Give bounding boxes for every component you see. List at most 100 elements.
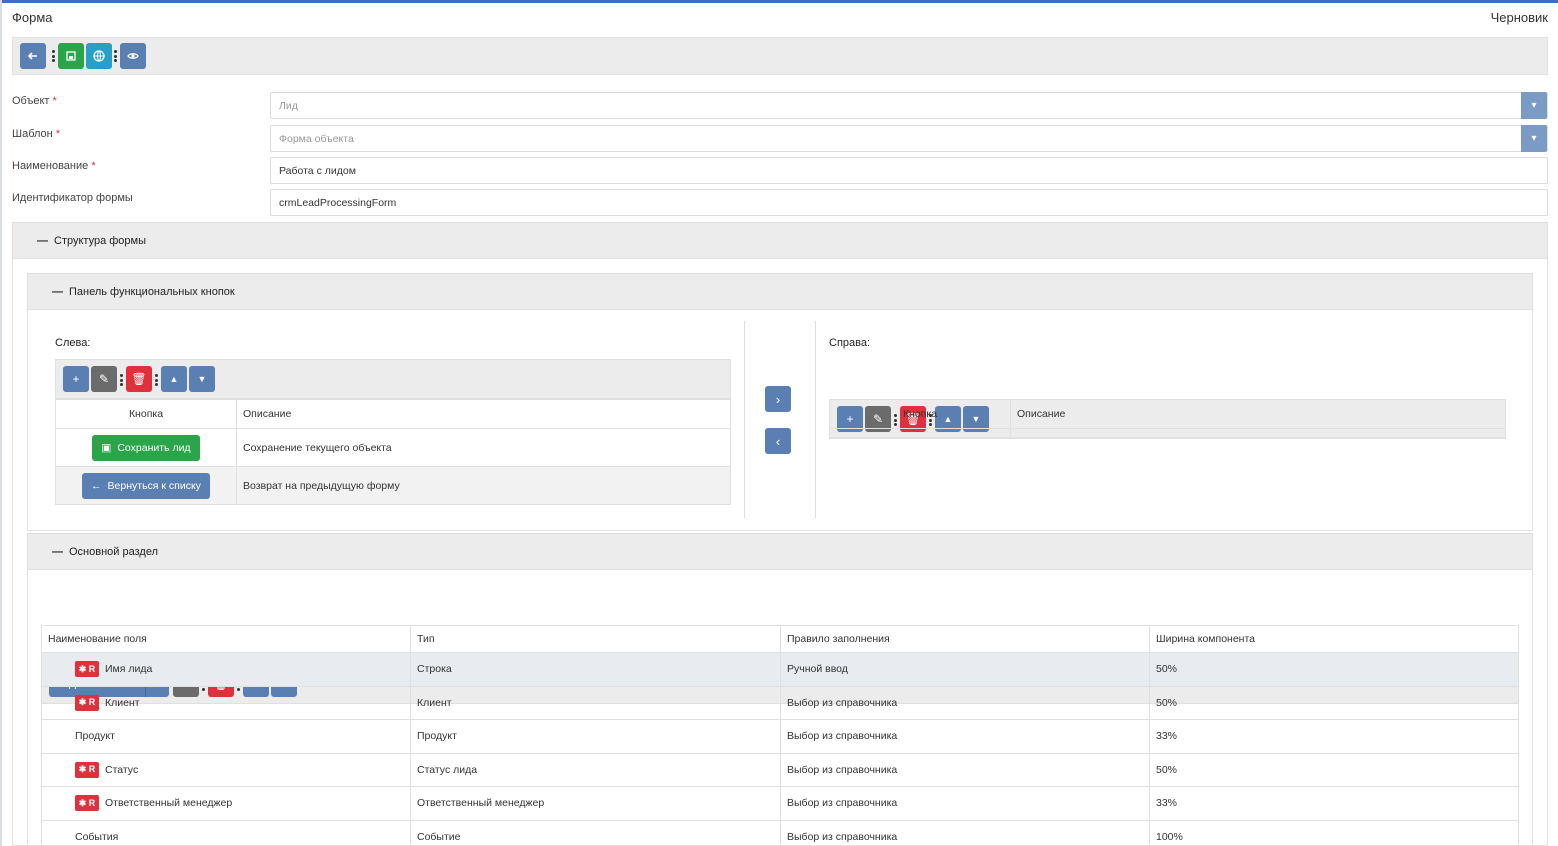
field-width: 50% <box>1149 752 1519 787</box>
chevron-left-icon: ‹ <box>775 433 781 449</box>
field-name: События <box>75 830 119 843</box>
chevron-right-icon: › <box>775 391 781 407</box>
table-row[interactable]: События Событие Выбор из справочника 100% <box>41 819 1519 846</box>
row-description: Сохранение текущего объекта <box>236 428 731 467</box>
chevron-down-icon[interactable]: ▾ <box>1521 92 1547 119</box>
field-type: Продукт <box>410 719 781 754</box>
delete-button[interactable]: 🗑 <box>126 366 152 392</box>
name-input[interactable]: Работа с лидом <box>270 157 1548 184</box>
field-name: Имя лида <box>105 663 153 676</box>
save-lead-button[interactable]: ▣ Сохранить лид <box>92 434 200 461</box>
main-section-header[interactable]: — Основной раздел <box>27 533 1533 570</box>
col-button-header: Кнопка <box>55 399 237 429</box>
field-type: Ответственный менеджер <box>410 786 781 821</box>
floppy-icon <box>66 51 76 61</box>
table-row[interactable]: Продукт Продукт Выбор из справочника 33% <box>41 719 1519 754</box>
table-row[interactable]: ← Вернуться к списку Возврат на предыдущ… <box>55 466 731 505</box>
toolbar-separator <box>155 374 158 386</box>
table-row[interactable]: ▣ Сохранить лид Сохранение текущего объе… <box>55 428 731 467</box>
row-description: Возврат на предыдущую форму <box>236 466 731 505</box>
table-row[interactable]: ✱ R Клиент Клиент Выбор из справочника 50% <box>41 685 1519 720</box>
field-rule: Выбор из справочника <box>780 752 1150 787</box>
field-rule: Выбор из справочника <box>780 786 1150 821</box>
chevron-down-icon: ▼ <box>197 374 207 384</box>
template-label: Шаблон * <box>12 128 61 140</box>
field-rule: Выбор из справочника <box>780 685 1150 720</box>
field-name: Клиент <box>105 696 140 709</box>
eye-icon <box>127 53 139 59</box>
collapse-icon[interactable]: — <box>37 235 48 247</box>
right-table: Кнопка Описание <box>829 399 1506 438</box>
move-right-button[interactable]: › <box>765 386 791 412</box>
col-field-name: Наименование поля <box>41 625 411 653</box>
toolbar-separator <box>52 50 55 62</box>
buttons-panel-header[interactable]: — Панель функциональных кнопок <box>27 273 1533 310</box>
structure-header[interactable]: — Структура формы <box>12 222 1548 259</box>
field-rule: Выбор из справочника <box>780 719 1150 754</box>
col-type: Тип <box>410 625 781 653</box>
object-value: Лид <box>279 99 298 112</box>
left-label: Слева: <box>55 337 91 349</box>
arrow-left-icon: ← <box>91 479 102 492</box>
back-to-list-label: Вернуться к списку <box>107 479 201 492</box>
top-accent-bar <box>0 0 1558 3</box>
table-row[interactable]: ✱ R Имя лида Строка Ручной ввод 50% <box>41 652 1519 687</box>
chevron-down-icon[interactable]: ▾ <box>1521 125 1547 152</box>
required-badge: ✱ R <box>75 795 99 812</box>
name-value: Работа с лидом <box>279 164 356 177</box>
back-button[interactable] <box>20 43 46 69</box>
right-label: Справа: <box>829 337 871 349</box>
field-width: 100% <box>1149 819 1519 846</box>
collapse-icon[interactable]: — <box>52 546 63 558</box>
template-value: Форма объекта <box>279 132 354 145</box>
field-width: 33% <box>1149 719 1519 754</box>
field-rule: Выбор из справочника <box>780 819 1150 846</box>
object-label: Объект * <box>12 95 57 107</box>
form-id-input[interactable]: crmLeadProcessingForm <box>270 189 1548 216</box>
left-toolbar: + ✎ 🗑 ▲ ▼ <box>55 359 731 399</box>
plus-icon: + <box>72 372 80 386</box>
save-button[interactable] <box>58 43 84 69</box>
form-id-value: crmLeadProcessingForm <box>279 196 397 209</box>
trash-icon: 🗑 <box>131 372 147 386</box>
back-to-list-button[interactable]: ← Вернуться к списку <box>82 472 210 499</box>
field-rule: Ручной ввод <box>780 652 1150 687</box>
field-type: Строка <box>410 652 781 687</box>
move-down-button[interactable]: ▼ <box>189 366 215 392</box>
divider <box>744 321 745 518</box>
required-badge: ✱ R <box>75 694 99 711</box>
name-label: Наименование * <box>12 160 96 172</box>
collapse-icon[interactable]: — <box>52 286 63 298</box>
toolbar-separator <box>120 374 123 386</box>
preview-button[interactable] <box>120 43 146 69</box>
publish-button[interactable] <box>86 43 112 69</box>
move-left-button[interactable]: ‹ <box>765 428 791 454</box>
col-fill-rule: Правило заполнения <box>780 625 1150 653</box>
field-type: Клиент <box>410 685 781 720</box>
col-desc-header: Описание <box>1010 399 1506 429</box>
col-component-width: Ширина компонента <box>1149 625 1519 653</box>
field-width: 50% <box>1149 685 1519 720</box>
left-table: Кнопка Описание ▣ Сохранить лид Сохранен… <box>55 399 731 505</box>
table-row[interactable]: ✱ R Ответственный менеджер Ответственный м… <box>41 786 1519 821</box>
main-section-title: Основной раздел <box>69 545 158 558</box>
field-type: Событие <box>410 819 781 846</box>
template-select[interactable]: Форма объекта ▾ <box>270 125 1548 152</box>
page-title: Форма <box>12 10 53 25</box>
field-width: 33% <box>1149 786 1519 821</box>
divider <box>815 321 816 518</box>
edit-button[interactable]: ✎ <box>91 366 117 392</box>
globe-icon <box>93 50 105 62</box>
floppy-icon: ▣ <box>101 441 112 454</box>
add-button[interactable]: + <box>63 366 89 392</box>
required-badge: ✱ R <box>75 761 99 778</box>
table-row[interactable]: ✱ R Статус Статус лида Выбор из справочника… <box>41 752 1519 787</box>
field-name: Продукт <box>75 730 115 743</box>
object-select[interactable]: Лид ▾ <box>270 92 1548 119</box>
required-badge: ✱ R <box>75 661 99 678</box>
move-up-button[interactable]: ▲ <box>161 366 187 392</box>
frame-edge <box>0 0 2 846</box>
fields-table: Наименование поля Тип Правило заполнения… <box>41 625 1519 846</box>
structure-title: Структура формы <box>54 234 146 247</box>
edit-icon: ✎ <box>98 372 110 386</box>
